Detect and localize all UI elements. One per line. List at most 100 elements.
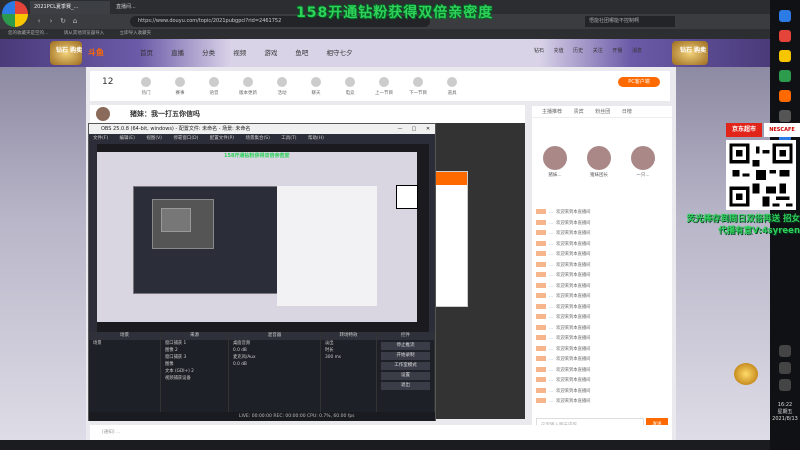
fan-card[interactable]: 一只... [628,146,658,178]
category-item[interactable]: 赛事 [166,77,194,96]
header-icon-item[interactable]: 消息 [628,47,646,54]
menu-item[interactable]: 帮助(H) [308,136,324,141]
obs-preview[interactable]: 158开通钻粉获得双倍亲密度 [97,144,429,332]
chat-username[interactable]: ... [549,221,553,226]
menu-item[interactable]: 编辑(E) [120,136,135,141]
reload-icon[interactable]: ↻ [58,16,68,26]
tray-icon[interactable] [779,345,791,357]
chat-username[interactable]: ... [549,389,553,394]
category-item[interactable]: 语音 [200,77,228,96]
tray-icon[interactable] [779,379,791,391]
minimize-icon[interactable]: — [393,124,407,134]
settings-button[interactable]: 设置 [381,372,430,380]
popup-panel[interactable] [433,171,468,307]
close-icon[interactable]: ✕ [421,124,435,134]
stop-stream-button[interactable]: 停止推流 [381,342,430,350]
streamer-avatar[interactable] [96,107,110,121]
duration-field[interactable]: 300 ms [321,354,376,361]
bookmark-link[interactable]: 请从其他浏览器导入 [64,31,105,36]
browser-tab-active[interactable]: 2021PCL夏季赛_... [30,1,110,14]
chat-username[interactable]: ... [549,294,553,299]
menu-item[interactable]: 文件(F) [93,136,108,141]
source-item[interactable]: 图像 [161,361,228,368]
app-icon[interactable] [779,110,791,122]
app-icon[interactable] [779,50,791,62]
category-item[interactable]: 版本更新 [234,77,262,96]
chat-tab[interactable]: 日榜 [622,109,632,115]
browser-tab[interactable]: 直播间... [112,1,182,14]
category-item[interactable]: 上一节目 [370,77,398,96]
header-icon-item[interactable]: 开播 [608,47,626,54]
category-item[interactable]: 下一节目 [404,77,432,96]
nav-item[interactable]: 直播 [171,49,184,57]
header-icon-item[interactable]: 充值 [550,47,568,54]
chat-tab[interactable]: 粉丝团 [595,109,610,115]
transition-select[interactable]: 淡出 [321,340,376,347]
chat-tab[interactable]: 贵宾 [574,109,584,115]
menu-item[interactable]: 场景集合(S) [245,136,269,141]
chat-username[interactable]: ... [549,336,553,341]
chat-username[interactable]: ... [549,315,553,320]
app-icon[interactable] [779,90,791,102]
site-logo[interactable]: 斗鱼 [88,47,104,58]
scene-item[interactable]: 场景 [89,340,160,347]
chat-username[interactable]: ... [549,378,553,383]
pc-client-button[interactable]: PC客户端 [618,77,660,87]
maximize-icon[interactable]: □ [407,124,421,134]
chat-username[interactable]: ... [549,284,553,289]
chat-username[interactable]: ... [549,263,553,268]
forward-icon[interactable]: › [46,16,56,26]
fan-card[interactable]: 猪妹... [540,146,570,178]
chat-username[interactable]: ... [549,399,553,404]
chat-username[interactable]: ... [549,326,553,331]
menu-item[interactable]: 配置文件(P) [210,136,234,141]
category-item[interactable]: 聊天 [302,77,330,96]
chat-username[interactable]: ... [549,242,553,247]
obs-window[interactable]: OBS 25.0.8 (64-bit, windows) - 配置文件: 未命名… [88,123,436,421]
bookmark-link[interactable]: 立即导入收藏夹 [120,31,152,36]
source-item[interactable]: 文本 (GDI+) 2 [161,368,228,375]
category-item[interactable]: 电竞 [336,77,364,96]
back-icon[interactable]: ‹ [34,16,44,26]
tray-icon[interactable] [779,362,791,374]
source-item[interactable]: 窗口捕获 3 [161,354,228,361]
category-item[interactable]: 道具 [438,77,466,96]
source-item[interactable]: 窗口捕获 1 [161,340,228,347]
fan-card[interactable]: 猪妹团长 [584,146,614,178]
menu-item[interactable]: 工具(T) [281,136,296,141]
start-recording-button[interactable]: 开始录制 [381,352,430,360]
app-icon[interactable] [779,30,791,42]
category-item[interactable]: 活动 [268,77,296,96]
chat-username[interactable]: ... [549,231,553,236]
chat-username[interactable]: ... [549,368,553,373]
nav-item[interactable]: 鱼吧 [295,49,308,57]
browser-search-input[interactable]: 悟能社团哪能不控制啊 [585,16,675,27]
app-icon[interactable] [779,10,791,22]
header-icon-item[interactable]: 历史 [569,47,587,54]
nav-item[interactable]: 游戏 [264,49,277,57]
chat-username[interactable]: ... [549,357,553,362]
home-icon[interactable]: ⌂ [70,16,80,26]
nav-item[interactable]: 分类 [202,49,215,57]
menu-item[interactable]: 视图(V) [146,136,162,141]
header-icon-item[interactable]: 关注 [589,47,607,54]
browser-logo-icon[interactable] [2,1,28,27]
source-item[interactable]: 视频捕获设备 [161,375,228,382]
chat-username[interactable]: ... [549,347,553,352]
system-clock[interactable]: 16:22 星期五 2021/8/13 [771,402,799,423]
chat-username[interactable]: ... [549,210,553,215]
category-item[interactable]: 热门 [132,77,160,96]
nav-item[interactable]: 相守七夕 [326,49,352,57]
app-icon[interactable] [779,70,791,82]
exit-button[interactable]: 退出 [381,382,430,390]
nav-item[interactable]: 首页 [140,49,153,57]
header-icon-item[interactable]: 钻石 [530,47,548,54]
source-item[interactable]: 图像 2 [161,347,228,354]
chat-username[interactable]: ... [549,305,553,310]
studio-mode-button[interactable]: 工作室模式 [381,362,430,370]
chat-tab[interactable]: 主播推荐 [542,109,562,115]
nav-item[interactable]: 视频 [233,49,246,57]
chat-username[interactable]: ... [549,252,553,257]
menu-item[interactable]: 停靠窗口(D) [173,136,198,141]
chat-username[interactable]: ... [549,273,553,278]
